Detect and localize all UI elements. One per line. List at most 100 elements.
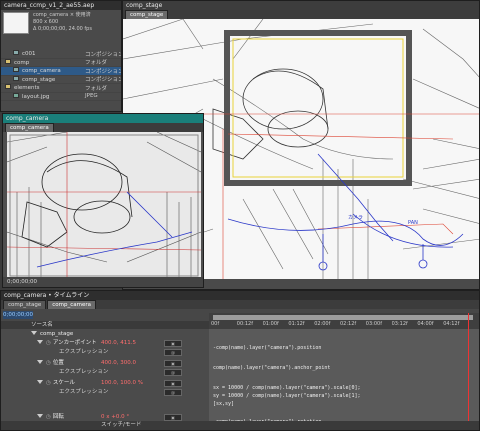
tab-comp-camera[interactable]: comp_camera bbox=[5, 123, 54, 132]
stopwatch-icon[interactable]: ◷ bbox=[46, 360, 51, 366]
project-item-type: コンポジション bbox=[85, 68, 122, 75]
expand-triangle-icon[interactable] bbox=[37, 360, 43, 364]
image-icon bbox=[13, 92, 19, 98]
project-item-name: comp_camera bbox=[22, 68, 61, 75]
camera-footer[interactable]: 0;00;00;00 bbox=[3, 277, 203, 287]
project-item-name: c001 bbox=[22, 51, 36, 58]
tab-timeline-comp-stage[interactable]: comp_stage bbox=[3, 300, 47, 309]
project-item-type: フォルダ bbox=[85, 85, 108, 92]
expression-graph-button[interactable]: ▣ bbox=[164, 414, 182, 421]
project-thumbnail bbox=[3, 12, 29, 34]
property-value[interactable]: 400.0, 411.5 bbox=[101, 339, 136, 348]
project-panel: camera_ccmp_v1_2_ae55.aep comp_camera × … bbox=[0, 0, 122, 112]
project-item[interactable]: comp_camera コンポジション bbox=[1, 67, 121, 76]
project-item[interactable]: elements フォルダ bbox=[1, 84, 121, 93]
project-item-type: フォルダ bbox=[85, 60, 108, 67]
expression-text[interactable]: sx = 10000 / comp(name).layer("camera").… bbox=[213, 385, 361, 391]
project-item[interactable]: layout.jpg JPEG bbox=[1, 92, 121, 101]
expand-triangle-icon[interactable] bbox=[37, 380, 43, 384]
comp-icon bbox=[13, 50, 19, 56]
timeline-tabrow: comp_stage comp_camera bbox=[1, 300, 479, 309]
camera-tabrow: comp_camera bbox=[3, 123, 203, 132]
project-item-name: comp bbox=[14, 59, 30, 66]
property-label: アンカーポイント bbox=[52, 340, 97, 346]
ruler-tick-label: 01:00f bbox=[262, 321, 279, 327]
expand-triangle-icon[interactable] bbox=[37, 414, 43, 418]
expand-triangle-icon[interactable] bbox=[31, 331, 37, 335]
expand-triangle-icon[interactable] bbox=[37, 340, 43, 344]
property-row[interactable]: ◷ アンカーポイント 400.0, 411.5 ▣ bbox=[1, 339, 209, 348]
expression-graph-button[interactable]: ▣ bbox=[164, 340, 182, 347]
property-value[interactable]: 400.0, 300.0 bbox=[101, 359, 136, 368]
stopwatch-icon[interactable]: ◷ bbox=[46, 340, 51, 346]
timeline-layer-panel: ソース名 comp_stage ◷ アンカーポイント 400.0, 411.5 ▣ エク… bbox=[1, 321, 209, 430]
tab-comp-stage[interactable]: comp_stage bbox=[125, 10, 169, 19]
project-item-type: JPEG bbox=[85, 93, 98, 100]
property-value[interactable]: 100.0, 100.0 % bbox=[101, 379, 143, 388]
project-item-name: comp_stage bbox=[22, 76, 56, 83]
project-item[interactable]: comp_stage コンポジション bbox=[1, 75, 122, 84]
property-label: 回転 bbox=[52, 414, 64, 420]
project-item-type: コンポジション bbox=[85, 77, 122, 84]
stopwatch-icon[interactable]: ◷ bbox=[46, 414, 51, 420]
expression-pickwhip-button[interactable]: @ bbox=[164, 369, 182, 376]
timeline-title: comp_camera • タイムライン bbox=[1, 291, 479, 300]
expression-text[interactable]: -comp(name).layer("camera").position bbox=[213, 345, 321, 351]
comp-camera-window: comp_camera comp_camera 0;00;00;00 bbox=[2, 113, 204, 288]
project-title: camera_ccmp_v1_2_ae55.aep bbox=[1, 1, 121, 10]
work-area-bar[interactable] bbox=[213, 315, 473, 320]
project-item[interactable]: c001 コンポジション bbox=[1, 50, 121, 59]
expression-label: エクスプレッション bbox=[59, 349, 109, 355]
ruler-tick-label: 00:12f bbox=[236, 321, 253, 327]
expression-label: エクスプレッション bbox=[59, 389, 109, 395]
expression-row[interactable]: エクスプレッション @ bbox=[1, 388, 209, 397]
expression-pickwhip-button[interactable]: @ bbox=[164, 389, 182, 396]
svg-text:PAN: PAN bbox=[408, 220, 418, 226]
tab-timeline-comp-camera[interactable]: comp_camera bbox=[47, 300, 97, 309]
expression-graph-button[interactable]: ▣ bbox=[164, 380, 182, 387]
expression-graph-button[interactable]: ▣ bbox=[164, 360, 182, 367]
ruler-tick-label: 04:00f bbox=[417, 321, 434, 327]
camera-canvas[interactable] bbox=[6, 131, 202, 279]
expression-text[interactable]: comp(name).layer("camera").anchor_point bbox=[213, 365, 330, 371]
ruler-tick-label: 00f bbox=[211, 321, 220, 327]
timeline-graph-area: 00f 00:12f 01:00f 01:12f 02:00f 02:12f 03:00f 0… bbox=[209, 313, 479, 425]
source-name-header[interactable]: ソース名 bbox=[1, 321, 209, 329]
current-time-display[interactable]: 0;00;00;00 bbox=[3, 311, 33, 319]
svg-text:カメラ: カメラ bbox=[348, 215, 363, 221]
folder-icon bbox=[5, 58, 11, 64]
project-info: comp_camera × 使用済 800 x 600 Δ 0;00;00;00… bbox=[1, 10, 121, 50]
time-ruler[interactable]: 00f 00:12f 01:00f 01:12f 02:00f 02:12f 03:00f 0… bbox=[209, 313, 479, 329]
stage-title: comp_stage bbox=[123, 1, 479, 10]
camera-drawing bbox=[6, 131, 202, 279]
expression-text[interactable]: [sx,sy] bbox=[213, 401, 234, 407]
layer-row[interactable]: comp_stage bbox=[1, 330, 209, 339]
ruler-tick-label: 01:12f bbox=[288, 321, 305, 327]
project-meta: comp_camera × 使用済 800 x 600 Δ 0;00;00;00… bbox=[33, 12, 92, 48]
project-meta-line: 800 x 600 bbox=[33, 19, 59, 25]
ruler-tick-label: 03:00f bbox=[365, 321, 382, 327]
ruler-tick-label: 02:00f bbox=[314, 321, 331, 327]
comp-icon bbox=[13, 67, 19, 73]
property-label: スケール bbox=[52, 380, 75, 386]
project-item[interactable]: comp フォルダ bbox=[1, 58, 121, 67]
expression-row[interactable]: エクスプレッション @ bbox=[1, 348, 209, 357]
project-item-list: c001 コンポジション comp フォルダ comp_camera コンポジション com… bbox=[1, 50, 121, 101]
ruler-tick-label: 02:12f bbox=[340, 321, 357, 327]
current-time-indicator[interactable] bbox=[468, 313, 469, 421]
stopwatch-icon[interactable]: ◷ bbox=[46, 380, 51, 386]
property-row[interactable]: ◷ 位置 400.0, 300.0 ▣ bbox=[1, 359, 209, 368]
expression-row[interactable]: エクスプレッション @ bbox=[1, 368, 209, 377]
folder-icon bbox=[5, 84, 11, 90]
project-item-name: layout.jpg bbox=[22, 93, 50, 100]
switches-modes-toggle[interactable]: スイッチ/モード bbox=[1, 421, 479, 430]
ruler-tick-label: 04:12f bbox=[443, 321, 460, 327]
property-row[interactable]: ◷ スケール 100.0, 100.0 % ▣ bbox=[1, 379, 209, 388]
stage-tabrow: comp_stage bbox=[123, 10, 479, 19]
project-meta-line: comp_camera × 使用済 bbox=[33, 12, 91, 18]
expression-pickwhip-button[interactable]: @ bbox=[164, 349, 182, 356]
expression-text[interactable]: sy = 10000 / comp(name).layer("camera").… bbox=[213, 393, 361, 399]
project-item-name: elements bbox=[14, 85, 40, 92]
layer-name: comp_stage bbox=[40, 331, 74, 337]
timeline-panel: comp_camera • タイムライン comp_stage comp_cam… bbox=[0, 290, 480, 431]
